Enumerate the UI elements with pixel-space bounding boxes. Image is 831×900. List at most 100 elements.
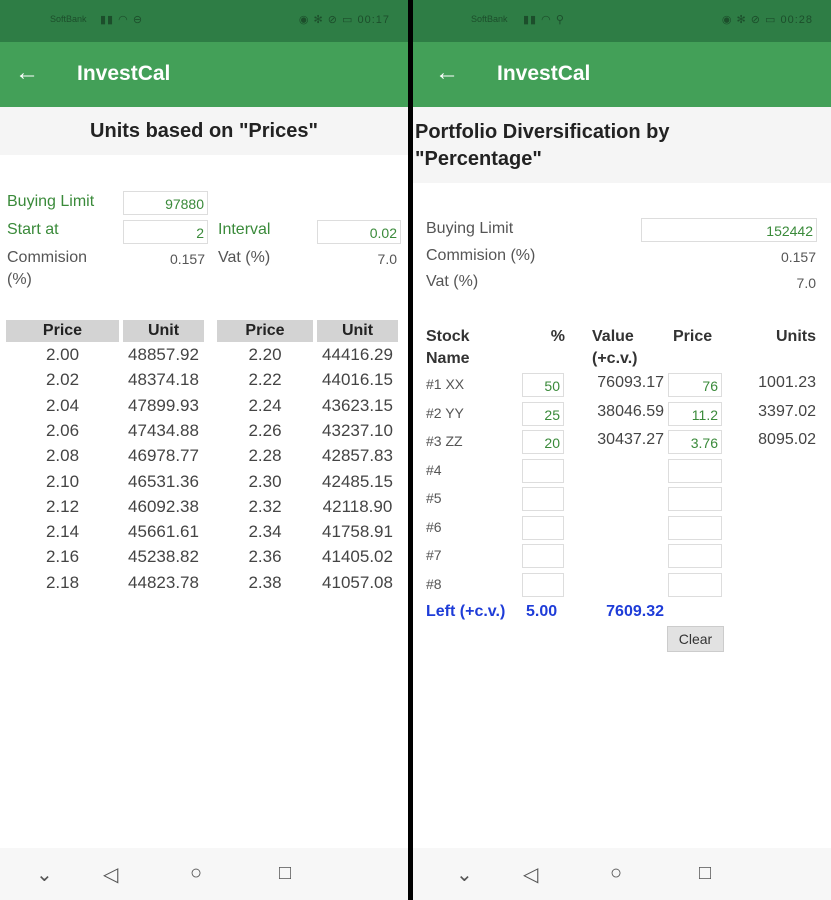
stock-name: #8 — [426, 575, 442, 592]
table-cell-unit: 43623.15 — [322, 395, 393, 415]
table-cell-price: 2.16 — [45, 547, 80, 567]
percent-input[interactable] — [522, 487, 564, 511]
page-title: Units based on "Prices" — [0, 107, 408, 155]
signal-icons: ▮▮ ◠ ⚲ — [523, 14, 565, 26]
nav-recent-icon[interactable]: □ — [279, 862, 291, 885]
table-cell-price: 2.22 — [248, 370, 282, 390]
value-cell: 38046.59 — [597, 402, 664, 420]
back-arrow-icon[interactable]: ← — [15, 59, 39, 87]
price-input[interactable] — [668, 572, 722, 597]
percent-input[interactable] — [522, 515, 564, 540]
price-header-2: Price — [217, 320, 313, 342]
interval-input[interactable]: 0.02 — [317, 220, 401, 244]
price-input[interactable]: 3.76 — [668, 430, 722, 454]
start-at-input[interactable]: 2 — [123, 220, 208, 244]
table-cell-unit: 42857.83 — [322, 446, 393, 466]
table-cell-price: 2.12 — [45, 496, 80, 516]
price-input[interactable] — [668, 544, 722, 568]
table-cell-price: 2.02 — [45, 370, 80, 390]
status-clock: ◉ ✻ ⊘ ▭ 00:28 — [721, 14, 813, 26]
table-cell-price: 2.06 — [45, 420, 80, 440]
status-clock: ◉ ✻ ⊘ ▭ 00:17 — [298, 14, 390, 26]
table-cell-unit: 47434.88 — [128, 420, 199, 440]
status-bar: SoftBank ▮▮ ◠ ⊖ ◉ ✻ ⊘ ▭ 00:17 — [0, 0, 408, 42]
value-cell: 30437.27 — [597, 431, 664, 448]
nav-home-icon[interactable]: ○ — [610, 862, 622, 885]
value-header-line-2: (+c.v.) — [592, 350, 638, 367]
vat-value: 7.0 — [796, 275, 816, 291]
percent-input[interactable] — [522, 544, 564, 568]
table-cell-price: 2.24 — [248, 395, 282, 415]
page-title-line-1: Portfolio Diversification by — [415, 121, 670, 143]
table-cell-price: 2.30 — [248, 471, 282, 491]
table-cell-unit: 43237.10 — [322, 420, 393, 440]
stock-name: #6 — [426, 518, 442, 535]
table-cell-unit: 41405.02 — [322, 547, 393, 567]
buying-limit-input[interactable]: 152442 — [641, 218, 817, 242]
carrier-name: SoftBank — [50, 14, 87, 24]
percent-input[interactable]: 50 — [522, 373, 564, 397]
percent-input[interactable] — [522, 572, 564, 597]
buying-limit-label: Buying Limit — [7, 193, 95, 210]
left-cv-value: 7609.32 — [606, 603, 664, 620]
percent-input[interactable] — [522, 458, 564, 483]
nav-recent-icon[interactable]: □ — [699, 862, 711, 885]
percent-header: % — [550, 328, 565, 345]
price-input[interactable]: 11.2 — [668, 401, 722, 426]
commission-unit-label: (%) — [7, 271, 32, 288]
stock-name: #1 XX — [426, 376, 465, 392]
stock-header-line-2: Name — [426, 350, 470, 367]
buying-limit-label: Buying Limit — [426, 220, 514, 237]
table-cell-unit: 46092.38 — [128, 496, 199, 516]
value-header-line-1: Value — [592, 328, 634, 345]
percent-input[interactable]: 20 — [522, 430, 564, 454]
table-cell-unit: 45661.61 — [128, 522, 199, 542]
start-at-label: Start at — [7, 221, 59, 238]
nav-back-icon[interactable]: ◁ — [523, 862, 538, 887]
price-header: Price — [673, 328, 713, 345]
table-cell-price: 2.36 — [248, 547, 282, 567]
back-arrow-icon[interactable]: ← — [435, 59, 459, 87]
units-cell: 3397.02 — [758, 402, 816, 420]
left-cv-label: Left (+c.v.) — [426, 603, 506, 620]
commission-label: Commision (%) — [426, 247, 536, 264]
nav-home-icon[interactable]: ○ — [190, 862, 202, 885]
stock-name: #2 YY — [426, 404, 464, 421]
app-bar: ← InvestCal — [413, 42, 831, 107]
vat-label: Vat (%) — [218, 249, 271, 266]
table-cell-unit: 44416.29 — [322, 345, 393, 364]
nav-back-icon[interactable]: ◁ — [103, 862, 118, 887]
vat-label: Vat (%) — [426, 273, 479, 290]
price-input[interactable] — [668, 487, 722, 511]
stock-name: #5 — [426, 490, 442, 506]
table-cell-price: 2.10 — [45, 471, 80, 491]
price-input[interactable]: 76 — [668, 373, 722, 397]
table-cell-unit: 44016.15 — [322, 370, 393, 390]
table-cell-unit: 42485.15 — [322, 471, 393, 491]
table-cell-price: 2.08 — [45, 446, 80, 466]
price-input[interactable] — [668, 458, 722, 483]
nav-down-icon[interactable]: ⌄ — [456, 862, 473, 887]
table-cell-unit: 48374.18 — [128, 370, 199, 390]
nav-bar: ⌄ ◁ ○ □ — [0, 848, 408, 900]
percent-input[interactable]: 25 — [522, 401, 564, 426]
vat-value: 7.0 — [377, 251, 397, 267]
buying-limit-input[interactable]: 97880 — [123, 191, 208, 215]
table-cell-unit: 45238.82 — [128, 547, 199, 567]
commission-value: 0.157 — [169, 251, 205, 267]
table-cell-price: 2.20 — [248, 345, 282, 364]
carrier-name: SoftBank — [471, 14, 508, 24]
unit-header-1: Unit — [123, 320, 204, 342]
commission-label: Commision — [7, 249, 88, 266]
clear-button[interactable]: Clear — [667, 626, 724, 652]
nav-down-icon[interactable]: ⌄ — [36, 862, 53, 887]
table-cell-unit: 46978.77 — [128, 446, 199, 466]
signal-icons: ▮▮ ◠ ⊖ — [100, 14, 144, 26]
commission-value: 0.157 — [780, 249, 816, 265]
right-screen: SoftBank ▮▮ ◠ ⚲ ◉ ✻ ⊘ ▭ 00:28 ← InvestCa… — [413, 0, 831, 900]
page-title: Portfolio Diversification by "Percentage… — [413, 107, 831, 183]
table-cell-price: 2.14 — [45, 522, 80, 542]
table-cell-price: 2.00 — [45, 345, 80, 364]
price-input[interactable] — [668, 515, 722, 540]
table-cell-price: 2.34 — [248, 522, 282, 542]
